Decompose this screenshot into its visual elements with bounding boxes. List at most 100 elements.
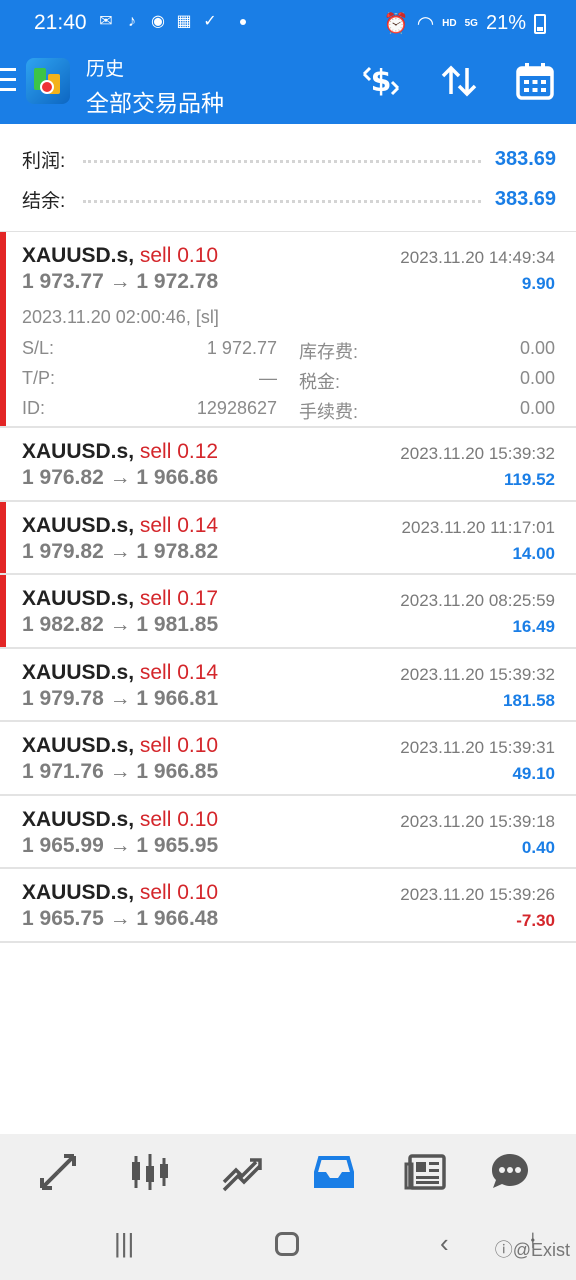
page-subtitle: 历史 [86, 59, 125, 80]
deal-row[interactable]: XAUUSD.s, sell 0.10 2023.11.20 14:49:34 … [0, 232, 576, 428]
recent-apps-icon[interactable]: ||| [114, 1228, 134, 1259]
fee-label: 手续费: [299, 402, 359, 422]
system-nav-bar: ||| ‹ ⍿ [0, 1220, 576, 1280]
deal-side: sell 0.14 [139, 660, 219, 684]
deal-profit: -7.30 [516, 911, 555, 930]
balance-value: 383.69 [494, 187, 556, 210]
hd-label: HD [442, 18, 457, 29]
loss-marker [0, 575, 6, 647]
deal-profit: 9.90 [521, 274, 555, 293]
deal-time: 2023.11.20 08:25:59 [400, 591, 555, 610]
network-label: 5G [464, 18, 478, 29]
svg-text:$: $ [371, 64, 392, 99]
deal-time: 2023.11.20 15:39:26 [400, 885, 555, 904]
deal-side: sell 0.17 [139, 587, 219, 610]
deal-prices: 1 979.82 → 1 978.82 [22, 539, 219, 563]
deal-time: 2023.11.20 15:39:31 [400, 738, 555, 757]
deal-profit: 16.49 [512, 617, 555, 636]
status-time: 21:40 [34, 11, 87, 34]
deal-symbol: XAUUSD.s, sell 0.10 [22, 734, 219, 757]
battery-icon [534, 13, 546, 34]
deal-side: sell 0.10 [139, 807, 219, 831]
watermark: ⓘ@Exist [494, 1240, 570, 1260]
deal-time: 2023.11.20 15:39:32 [400, 444, 555, 463]
deal-symbol: XAUUSD.s, sell 0.17 [22, 587, 219, 610]
app-logo [26, 58, 70, 104]
status-bar: 21:40 ✉ ♪ ◉ ▦ ✓ ⏰ ◠ HD 5G 21% [0, 0, 576, 46]
deal-row[interactable]: XAUUSD.s, sell 0.10 2023.11.20 15:39:31 … [0, 722, 576, 796]
deal-row[interactable]: XAUUSD.s, sell 0.10 2023.11.20 15:39:26 … [0, 869, 576, 943]
deal-row[interactable]: XAUUSD.s, sell 0.14 2023.11.20 15:39:32 … [0, 648, 576, 722]
calendar-icon[interactable] [514, 60, 556, 102]
alarm-icon: ⏰ [383, 13, 409, 35]
deal-profit: 14.00 [512, 543, 555, 563]
tax-label: 税金: [299, 372, 341, 392]
deal-prices: 1 979.78 → 1 966.81 [22, 686, 219, 710]
loss-marker [0, 501, 6, 573]
id-value: 12928627 [196, 398, 277, 418]
calendar-notif-icon: ▦ [176, 13, 192, 30]
dollar-sort-icon[interactable]: $ [360, 60, 402, 102]
trade-icon[interactable] [220, 1150, 264, 1194]
wechat-icon: ◉ [151, 13, 165, 30]
quotes-icon[interactable] [36, 1150, 80, 1194]
deal-symbol: XAUUSD.s, sell 0.14 [22, 660, 219, 684]
tp-value: — [259, 368, 277, 388]
deal-side: sell 0.14 [139, 513, 219, 537]
id-label: ID: [22, 398, 46, 418]
menu-icon[interactable] [0, 68, 16, 96]
sl-value: 1 972.77 [206, 338, 277, 358]
deal-profit: 119.52 [503, 470, 555, 489]
deal-time: 2023.11.20 15:39:18 [400, 811, 555, 831]
deal-profit: 0.40 [521, 837, 555, 857]
chat-icon[interactable] [488, 1150, 532, 1194]
news-icon[interactable] [404, 1150, 448, 1194]
deal-row[interactable]: XAUUSD.s, sell 0.14 2023.11.20 11:17:01 … [0, 501, 576, 575]
deal-prices: 1 965.75 → 1 966.48 [22, 907, 219, 930]
app-notif-icon: ✓ [203, 13, 217, 30]
fee-value: 0.00 [519, 398, 555, 418]
profit-row: 利润: 383.69 [22, 144, 556, 174]
deal-symbol: XAUUSD.s, sell 0.14 [22, 513, 219, 537]
deal-row[interactable]: XAUUSD.s, sell 0.10 2023.11.20 15:39:18 … [0, 795, 576, 869]
tp-label: T/P: [22, 368, 56, 388]
sl-label: S/L: [22, 338, 55, 358]
summary-panel: 利润: 383.69 结余: 383.69 [0, 124, 576, 232]
deal-profit: 49.10 [512, 764, 555, 783]
message-icon: ✉ [99, 13, 113, 30]
deal-symbol: XAUUSD.s, sell 0.10 [22, 881, 219, 904]
deal-time: 2023.11.20 11:17:01 [401, 517, 555, 537]
deal-side: sell 0.10 [139, 734, 219, 757]
page-title[interactable]: 全部交易品种 [86, 84, 224, 118]
loss-marker [0, 232, 6, 426]
profit-value: 383.69 [494, 147, 556, 170]
battery-percent: 21% [485, 12, 526, 34]
deal-profit: 181.58 [503, 690, 555, 710]
deal-time: 2023.11.20 15:39:32 [400, 664, 555, 684]
balance-row: 结余: 383.69 [22, 184, 556, 214]
deal-side: sell 0.12 [139, 440, 219, 463]
deal-prices: 1 965.99 → 1 965.95 [22, 833, 219, 857]
history-icon[interactable] [312, 1150, 356, 1194]
deal-row[interactable]: XAUUSD.s, sell 0.12 2023.11.20 15:39:32 … [0, 428, 576, 502]
swap-value: 0.00 [519, 338, 555, 358]
notification-icons: ✉ ♪ ◉ ▦ ✓ [96, 12, 246, 32]
tiktok-icon: ♪ [128, 13, 136, 30]
back-icon[interactable]: ‹ [440, 1228, 449, 1259]
sort-arrows-icon[interactable] [438, 60, 480, 102]
deal-row[interactable]: XAUUSD.s, sell 0.17 2023.11.20 08:25:59 … [0, 575, 576, 649]
chart-icon[interactable] [128, 1150, 172, 1194]
deal-prices: 1 982.82 → 1 981.85 [22, 613, 219, 636]
deal-side: sell 0.10 [139, 244, 219, 267]
deal-prices: 1 976.82 → 1 966.86 [22, 466, 219, 489]
home-icon[interactable] [275, 1232, 299, 1256]
deal-list: XAUUSD.s, sell 0.10 2023.11.20 14:49:34 … [0, 232, 576, 943]
more-notifications-icon [240, 19, 246, 25]
deal-prices: 1 971.76 → 1 966.85 [22, 760, 219, 783]
deal-time: 2023.11.20 14:49:34 [400, 248, 555, 267]
dotted-leader [83, 155, 481, 163]
deal-symbol: XAUUSD.s, sell 0.10 [22, 244, 219, 267]
wifi-icon: ◠ [416, 13, 435, 35]
deal-symbol: XAUUSD.s, sell 0.12 [22, 440, 219, 463]
dotted-leader [83, 195, 481, 203]
